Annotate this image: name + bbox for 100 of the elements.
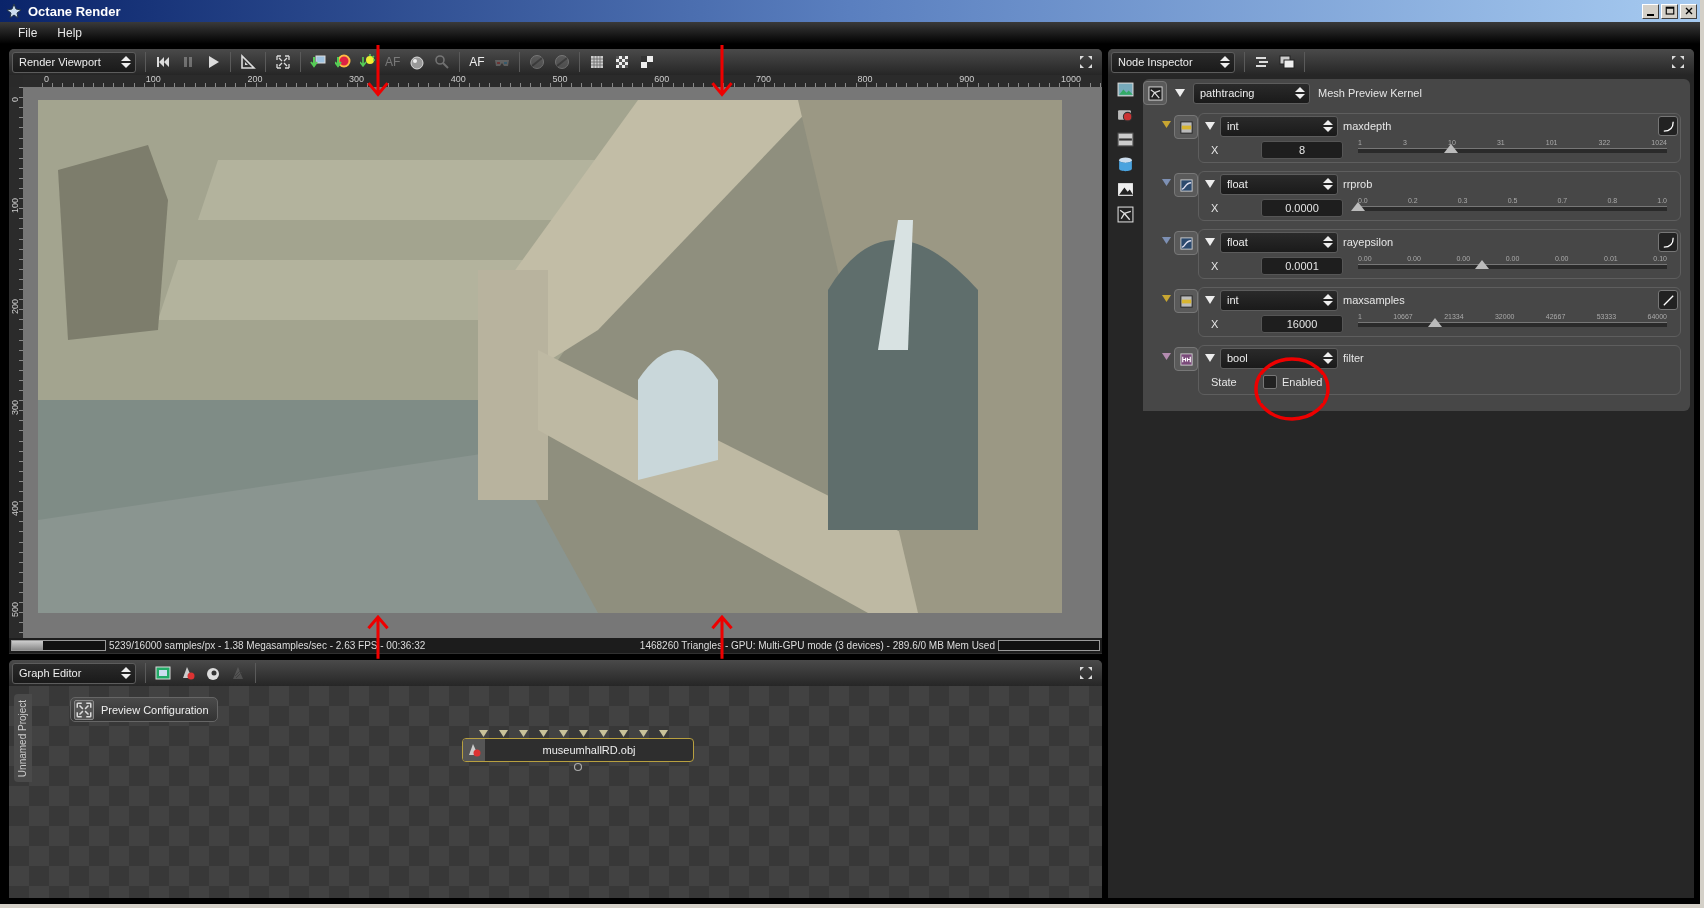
node-graph-icon xyxy=(1147,85,1163,101)
list-icon[interactable] xyxy=(1254,54,1270,70)
panel-dropdown[interactable]: Render Viewport xyxy=(12,51,136,73)
axis-label: X xyxy=(1211,144,1220,156)
curve-graph-icon xyxy=(1178,235,1194,251)
pin-icon[interactable] xyxy=(1162,352,1171,361)
preview-configuration-node[interactable]: Preview Configuration xyxy=(70,697,218,722)
panel-dropdown[interactable]: Node Inspector xyxy=(1111,51,1235,73)
pick-image-icon[interactable] xyxy=(310,54,326,70)
rewind-icon[interactable] xyxy=(155,54,171,70)
ruler-label: 800 xyxy=(856,75,873,84)
collapse-icon[interactable] xyxy=(1205,353,1215,363)
checkbox-label: Enabled xyxy=(1282,376,1323,388)
type-dropdown[interactable]: float xyxy=(1220,173,1338,195)
gpu-stats: 1468260 Triangles - GPU: Multi-GPU mode (3 devices) - 289.6/0 MB Mem Used xyxy=(639,640,995,651)
collapse-icon[interactable] xyxy=(1205,295,1215,305)
menu-item[interactable]: File xyxy=(8,26,48,40)
pick-target-icon[interactable] xyxy=(335,54,351,70)
type-icon-button[interactable] xyxy=(1174,115,1198,139)
mountain-icon[interactable] xyxy=(1117,181,1134,198)
autofocus-button[interactable]: AF xyxy=(469,55,485,69)
curve-button[interactable] xyxy=(1658,232,1678,252)
ruler-label: 200 xyxy=(246,75,263,84)
integer-icon xyxy=(1178,119,1194,135)
checker-icon[interactable] xyxy=(638,54,655,70)
minimize-button[interactable] xyxy=(1642,3,1659,19)
parameter-name: maxsamples xyxy=(1343,294,1405,306)
render-stats: 5239/16000 samples/px - 1.38 Megasamples/sec - 2.63 FPS - 00:36:32 xyxy=(109,640,426,651)
image-icon[interactable] xyxy=(1117,81,1134,98)
ruler-label: 400 xyxy=(10,501,20,519)
bar-icon[interactable] xyxy=(1117,131,1134,148)
menu-item[interactable]: Help xyxy=(47,26,93,40)
ruler-label: 0 xyxy=(43,75,49,84)
collapse-icon[interactable] xyxy=(1205,121,1215,131)
curve-button[interactable] xyxy=(1658,116,1678,136)
collapse-icon[interactable] xyxy=(1175,88,1185,98)
ruler-label: 0 xyxy=(10,97,20,104)
mesh-icon xyxy=(466,742,482,758)
curve-button[interactable] xyxy=(1658,290,1678,310)
close-button[interactable] xyxy=(1680,3,1697,19)
fullscreen-icon[interactable] xyxy=(1078,665,1094,681)
pin-icon[interactable] xyxy=(1162,178,1171,187)
ruler-label: 500 xyxy=(551,75,568,84)
maximize-button[interactable] xyxy=(1661,3,1678,19)
type-icon-button[interactable] xyxy=(1174,289,1198,313)
database-icon[interactable] xyxy=(1117,156,1134,173)
parameter-name: filter xyxy=(1343,352,1364,364)
checker-icon[interactable] xyxy=(613,54,630,70)
zoom-region-icon[interactable] xyxy=(275,54,291,70)
value-field[interactable]: 0.0000 xyxy=(1261,199,1343,217)
output-pin-icon[interactable] xyxy=(573,762,583,772)
collapse-icon[interactable] xyxy=(1205,237,1215,247)
window-title: Octane Render xyxy=(28,3,121,19)
fullscreen-icon[interactable] xyxy=(1078,54,1094,70)
checkbox[interactable] xyxy=(1263,375,1277,389)
type-icon-button[interactable] xyxy=(1174,173,1198,197)
ruler-label: 400 xyxy=(449,75,466,84)
type-dropdown[interactable]: int xyxy=(1220,115,1338,137)
ruler-label: 600 xyxy=(653,75,670,84)
type-icon-button[interactable] xyxy=(1174,347,1198,371)
slider-thumb[interactable] xyxy=(1474,260,1489,269)
node-graph-icon[interactable] xyxy=(1117,206,1134,223)
film-icon[interactable] xyxy=(155,665,171,681)
type-dropdown[interactable]: bool xyxy=(1220,347,1338,369)
ruler-label: 300 xyxy=(348,75,365,84)
ruler-label: 900 xyxy=(958,75,975,84)
fullscreen-icon[interactable] xyxy=(1670,54,1686,70)
value-field[interactable]: 8 xyxy=(1261,141,1343,159)
type-dropdown[interactable]: float xyxy=(1220,231,1338,253)
axis-label: X xyxy=(1211,260,1220,272)
parameter-name: rayepsilon xyxy=(1343,236,1394,248)
toggle-icon xyxy=(1178,351,1194,367)
ruler-label: 100 xyxy=(144,75,161,84)
sphere-icon[interactable] xyxy=(409,54,426,70)
project-tab[interactable]: Unnamed Project xyxy=(14,694,32,782)
type-dropdown[interactable]: int xyxy=(1220,289,1338,311)
panel-dropdown[interactable]: Graph Editor xyxy=(12,662,136,684)
light-bulb-icon[interactable] xyxy=(360,54,376,70)
curve-graph-icon xyxy=(1178,177,1194,193)
collapse-icon[interactable] xyxy=(1205,179,1215,189)
slider-thumb[interactable] xyxy=(1443,144,1458,153)
mesh-node[interactable]: museumhallRD.obj xyxy=(462,738,694,762)
value-field[interactable]: 16000 xyxy=(1261,315,1343,333)
eyeball-icon[interactable] xyxy=(205,665,221,681)
ruler-label: 100 xyxy=(10,198,20,216)
node-type-button[interactable] xyxy=(1143,81,1167,105)
pin-icon[interactable] xyxy=(1162,236,1171,245)
pin-icon[interactable] xyxy=(1162,120,1171,129)
parameter-name: rrprob xyxy=(1343,178,1373,190)
windows-icon[interactable] xyxy=(1279,54,1295,70)
axis-label: X xyxy=(1211,202,1220,214)
kernel-dropdown[interactable]: pathtracing xyxy=(1193,82,1310,104)
axis-label: X xyxy=(1211,318,1220,330)
grid-icon[interactable] xyxy=(588,54,605,70)
value-field[interactable]: 0.0001 xyxy=(1261,257,1343,275)
type-icon-button[interactable] xyxy=(1174,231,1198,255)
slider-thumb[interactable] xyxy=(1351,202,1365,211)
pin-icon[interactable] xyxy=(1162,294,1171,303)
slider-thumb[interactable] xyxy=(1428,318,1443,327)
minimize-icon xyxy=(1647,14,1654,16)
